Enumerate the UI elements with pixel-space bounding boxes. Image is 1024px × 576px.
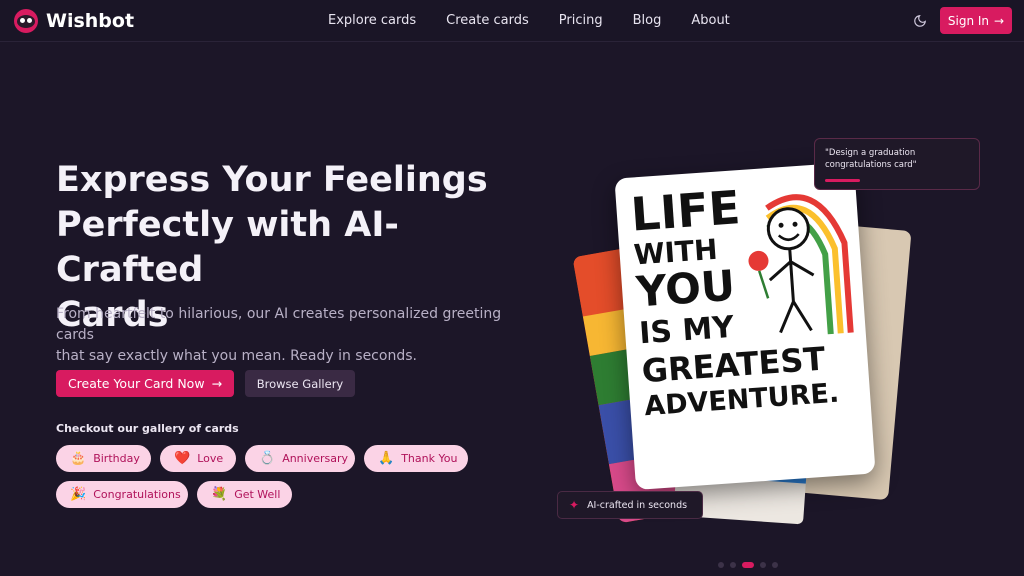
- featured-card-image: LIFE WITH YOU IS MY GREATEST ADVENTURE.: [614, 162, 876, 490]
- ai-crafted-badge: ✦ AI-crafted in seconds: [557, 491, 703, 519]
- arrow-right-icon: →: [211, 376, 223, 391]
- carousel-dots: [718, 562, 778, 568]
- top-nav: Wishbot Explore cards Create cards Prici…: [0, 0, 1024, 42]
- create-card-label: Create Your Card Now: [67, 376, 205, 391]
- hero-subtitle-line: that say exactly what you mean. Ready in…: [56, 348, 417, 364]
- carousel-dot[interactable]: [760, 562, 766, 568]
- chip-label: Congratulations: [93, 488, 181, 501]
- chip-love[interactable]: ❤️ Love: [160, 445, 236, 472]
- arrow-right-icon: →: [994, 13, 1005, 28]
- card-text-line: LIFE: [629, 180, 742, 242]
- hero-title-line: Perfectly with AI-Crafted: [56, 205, 399, 290]
- carousel-dot[interactable]: [772, 562, 778, 568]
- browse-gallery-label: Browse Gallery: [256, 376, 344, 391]
- browse-gallery-button[interactable]: Browse Gallery: [245, 370, 355, 397]
- nav-pricing[interactable]: Pricing: [559, 13, 603, 28]
- heart-icon: ❤️: [174, 451, 191, 466]
- nav-about[interactable]: About: [691, 13, 729, 28]
- create-card-button[interactable]: Create Your Card Now →: [56, 370, 234, 397]
- prompt-bubble: "Design a graduation congratulations car…: [814, 138, 980, 190]
- brand-name: Wishbot: [46, 10, 135, 32]
- hero-subtitle: From heartfelt to hilarious, our AI crea…: [56, 304, 516, 367]
- nav-explore-cards[interactable]: Explore cards: [328, 13, 416, 28]
- prompt-text-line: congratulations card": [825, 160, 917, 170]
- party-popper-icon: 🎉: [70, 487, 87, 502]
- chip-label: Birthday: [93, 452, 140, 465]
- ring-icon: 💍: [259, 451, 276, 466]
- ai-badge-label: AI-crafted in seconds: [587, 499, 688, 511]
- chip-birthday[interactable]: 🎂 Birthday: [56, 445, 151, 472]
- nav-links: Explore cards Create cards Pricing Blog …: [328, 13, 730, 28]
- moon-icon[interactable]: [913, 13, 929, 29]
- chip-thank-you[interactable]: 🙏 Thank You: [364, 445, 468, 472]
- sign-in-button[interactable]: Sign In →: [940, 7, 1012, 34]
- carousel-dot[interactable]: [730, 562, 736, 568]
- nav-blog[interactable]: Blog: [633, 13, 662, 28]
- sparkle-icon: ✦: [569, 498, 580, 512]
- carousel-dot[interactable]: [718, 562, 724, 568]
- chip-anniversary[interactable]: 💍 Anniversary: [245, 445, 355, 472]
- logo[interactable]: Wishbot: [14, 9, 134, 33]
- hero-subtitle-line: From heartfelt to hilarious, our AI crea…: [56, 306, 502, 343]
- gallery-label: Checkout our gallery of cards: [56, 422, 239, 435]
- card-showcase: LIFE WITH YOU IS MY GREATEST ADVENTURE. …: [555, 130, 985, 550]
- chip-label: Love: [197, 452, 224, 465]
- card-text-line: YOU: [634, 260, 737, 317]
- carousel-dot-active[interactable]: [742, 562, 754, 568]
- prompt-text: "Design a graduation congratulations car…: [825, 147, 969, 171]
- chip-label: Get Well: [234, 488, 281, 501]
- wishbot-logo-icon: [14, 9, 38, 33]
- chip-congratulations[interactable]: 🎉 Congratulations: [56, 481, 188, 508]
- chip-label: Anniversary: [282, 452, 349, 465]
- chip-label: Thank You: [401, 452, 458, 465]
- prompt-accent-bar: [825, 179, 860, 182]
- chip-get-well[interactable]: 💐 Get Well: [197, 481, 292, 508]
- praying-hands-icon: 🙏: [378, 451, 395, 466]
- cake-icon: 🎂: [70, 451, 87, 466]
- nav-create-cards[interactable]: Create cards: [446, 13, 529, 28]
- sign-in-label: Sign In: [947, 13, 990, 28]
- hero-title-line: Express Your Feelings: [56, 160, 488, 200]
- bouquet-icon: 💐: [211, 487, 228, 502]
- prompt-text-line: "Design a graduation: [825, 148, 916, 158]
